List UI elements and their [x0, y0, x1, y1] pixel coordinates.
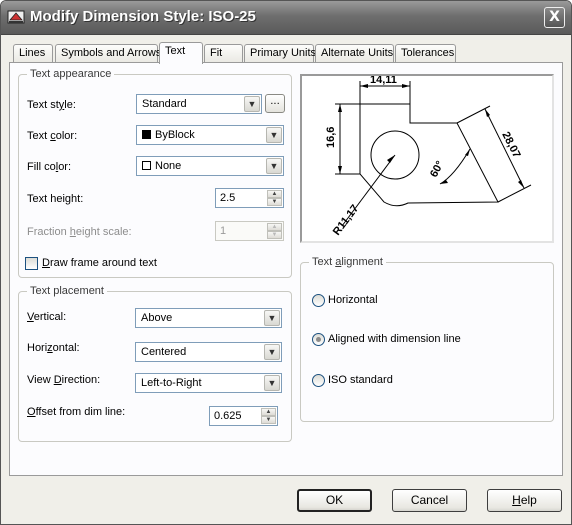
chevron-down-icon: ▼: [266, 158, 282, 174]
fill-color-select[interactable]: None ▼: [136, 156, 284, 176]
aligned-radio-label: Aligned with dimension line: [328, 333, 461, 345]
preview-drawing: 14,11 16,6 28,07 60° R11,17: [325, 76, 532, 238]
tab-primary-units[interactable]: Primary Units: [244, 44, 316, 63]
chevron-down-icon: ▼: [266, 127, 282, 143]
color-swatch-icon: [142, 161, 151, 170]
view-direction-value: Left-to-Right: [141, 377, 202, 389]
fill-color-label: Fill color:: [27, 161, 72, 173]
tab-lines[interactable]: Lines: [13, 44, 53, 63]
text-alignment-legend: Text alignment: [309, 256, 386, 268]
dim-angle-text: 60°: [428, 159, 446, 179]
dim-radius-text: R11,17: [331, 203, 362, 238]
tab-text[interactable]: Text: [159, 42, 203, 64]
dim-left-text: 16,6: [325, 127, 337, 148]
dialog-title: Modify Dimension Style: ISO-25: [30, 8, 256, 25]
view-direction-label: View Direction:: [27, 374, 101, 386]
spin-down-icon[interactable]: ▼: [267, 198, 282, 206]
text-height-value: 2.5: [220, 192, 236, 204]
title-bar[interactable]: Modify Dimension Style: ISO-25 X: [1, 1, 571, 35]
tab-symbols-and-arrows[interactable]: Symbols and Arrows: [55, 44, 161, 63]
offset-value: 0.625: [214, 410, 242, 422]
dialog-window: Modify Dimension Style: ISO-25 X Lines S…: [0, 0, 572, 525]
spin-down-icon: ▼: [267, 231, 282, 239]
text-height-label: Text height:: [27, 193, 84, 205]
iso-standard-radio[interactable]: [312, 374, 325, 387]
text-style-value: Standard: [142, 98, 187, 110]
spin-down-icon[interactable]: ▼: [261, 416, 276, 424]
view-direction-select[interactable]: Left-to-Right ▼: [135, 373, 282, 393]
draw-frame-checkbox[interactable]: [25, 257, 38, 270]
text-color-label: Text color:: [27, 130, 78, 142]
text-tab-panel: Text appearance Text style: Standard ▼ .…: [9, 62, 563, 476]
text-alignment-group: Text alignment Horizontal Aligned with d…: [300, 256, 554, 422]
offset-label: Offset from dim line:: [27, 406, 126, 418]
chevron-down-icon: ▼: [264, 344, 280, 360]
fraction-height-value: 1: [220, 225, 227, 237]
spin-up-icon: ▲: [267, 223, 282, 231]
fill-color-value: None: [155, 160, 182, 172]
text-style-label: Text style:: [27, 99, 76, 111]
vertical-select[interactable]: Above ▼: [135, 308, 282, 328]
text-style-browse-button[interactable]: ...: [265, 94, 285, 113]
color-swatch-icon: [142, 130, 151, 139]
draw-frame-label: Draw frame around text: [42, 257, 157, 269]
vertical-value: Above: [141, 312, 173, 324]
help-button[interactable]: Help: [487, 489, 562, 512]
tab-tolerances[interactable]: Tolerances: [395, 44, 456, 63]
close-button[interactable]: X: [544, 7, 565, 28]
text-appearance-group: Text appearance Text style: Standard ▼ .…: [18, 68, 292, 278]
horizontal-select[interactable]: Centered ▼: [135, 342, 282, 362]
dimension-preview: 14,11 16,6 28,07 60° R11,17: [300, 74, 554, 243]
tab-alternate-units[interactable]: Alternate Units: [315, 44, 394, 63]
spin-up-icon[interactable]: ▲: [261, 408, 276, 416]
fraction-height-label: Fraction height scale:: [27, 226, 132, 238]
text-style-select[interactable]: Standard ▼: [136, 94, 262, 114]
vertical-label: Vertical:: [27, 311, 67, 323]
iso-standard-radio-label: ISO standard: [328, 374, 393, 386]
fraction-height-stepper: 1 ▲ ▼: [215, 221, 284, 241]
text-placement-legend: Text placement: [27, 285, 107, 297]
chevron-down-icon: ▼: [244, 96, 260, 112]
horizontal-label: Horizontal:: [27, 342, 80, 354]
horizontal-radio-label: Horizontal: [328, 294, 378, 306]
spin-up-icon[interactable]: ▲: [267, 190, 282, 198]
cancel-button[interactable]: Cancel: [392, 489, 467, 512]
horizontal-value: Centered: [141, 346, 187, 358]
chevron-down-icon: ▼: [264, 310, 280, 326]
aligned-radio[interactable]: [312, 333, 325, 346]
text-color-select[interactable]: ByBlock ▼: [136, 125, 284, 145]
text-placement-group: Text placement Vertical: Above ▼ Horizon…: [18, 285, 292, 442]
dim-top-text: 14,11: [370, 76, 397, 86]
text-color-value: ByBlock: [155, 129, 195, 141]
tab-fit[interactable]: Fit: [204, 44, 243, 63]
text-height-stepper[interactable]: 2.5 ▲ ▼: [215, 188, 284, 208]
text-appearance-legend: Text appearance: [27, 68, 115, 80]
app-icon: [7, 10, 25, 24]
horizontal-radio[interactable]: [312, 294, 325, 307]
offset-stepper[interactable]: 0.625 ▲ ▼: [209, 406, 278, 426]
chevron-down-icon: ▼: [264, 375, 280, 391]
ok-button[interactable]: OK: [297, 489, 372, 512]
close-icon: X: [549, 9, 560, 25]
